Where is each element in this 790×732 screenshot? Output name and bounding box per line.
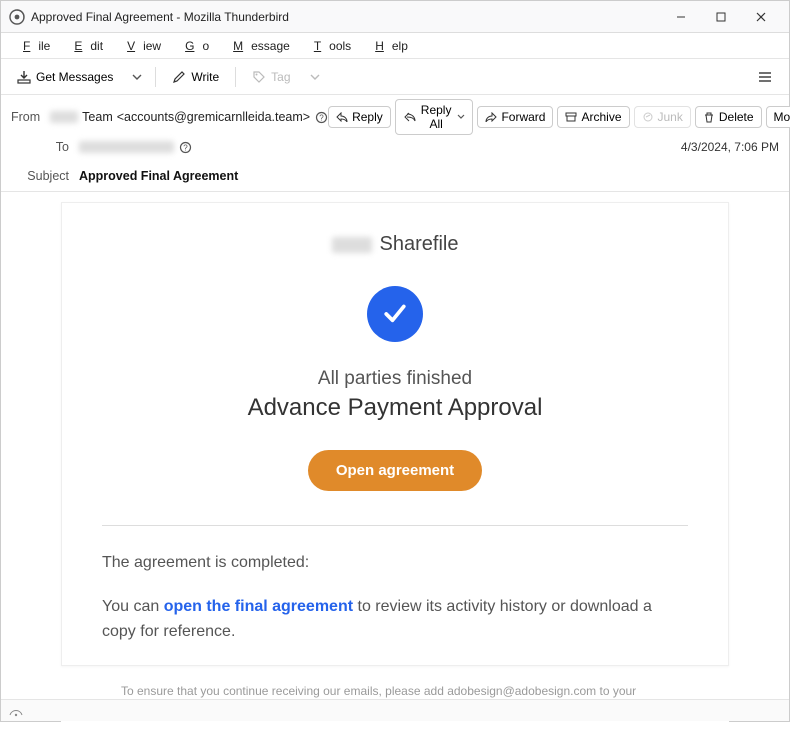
minimize-button[interactable]: [661, 3, 701, 31]
reply-all-button[interactable]: Reply All: [395, 99, 474, 135]
separator: [235, 67, 236, 87]
more-button[interactable]: More: [766, 106, 790, 128]
checkmark-icon: [367, 286, 423, 342]
svg-text:?: ?: [183, 143, 188, 152]
open-agreement-button[interactable]: Open agreement: [308, 450, 482, 491]
subject-value: Approved Final Agreement: [79, 169, 238, 183]
get-messages-dropdown[interactable]: [127, 72, 147, 82]
archive-icon: [565, 112, 577, 122]
to-value[interactable]: ?: [79, 140, 192, 154]
toolbar: Get Messages Write Tag: [1, 59, 789, 95]
archive-button[interactable]: Archive: [557, 106, 629, 128]
menu-help[interactable]: Help: [359, 36, 416, 56]
download-icon: [17, 70, 31, 84]
to-label: To: [11, 140, 69, 154]
chevron-down-icon: [457, 113, 465, 121]
menu-file[interactable]: File: [7, 36, 58, 56]
connection-icon: [9, 705, 23, 717]
brand-header: Sharefile: [102, 233, 688, 256]
reply-all-icon: [403, 112, 417, 122]
app-icon: [9, 9, 25, 25]
menu-edit[interactable]: Edit: [58, 36, 111, 56]
from-label: From: [11, 110, 40, 124]
open-final-agreement-link[interactable]: open the final agreement: [164, 598, 353, 615]
menu-view[interactable]: View: [111, 36, 169, 56]
message-body: Sharefile All parties finished Advance P…: [1, 192, 789, 732]
status-line-1: All parties finished: [102, 368, 688, 390]
menu-go[interactable]: Go: [169, 36, 217, 56]
divider: [102, 525, 688, 526]
email-content-card: Sharefile All parties finished Advance P…: [61, 202, 729, 666]
message-header: From Team <accounts@gremicarnlleida.team…: [1, 95, 789, 163]
tag-button[interactable]: Tag: [244, 66, 298, 88]
tag-icon: [252, 70, 266, 84]
reply-icon: [336, 112, 348, 122]
write-button[interactable]: Write: [164, 66, 227, 88]
delete-button[interactable]: Delete: [695, 106, 762, 128]
pencil-icon: [172, 70, 186, 84]
get-messages-label: Get Messages: [36, 70, 113, 84]
maximize-button[interactable]: [701, 3, 741, 31]
review-text: You can open the final agreement to revi…: [102, 594, 688, 645]
completed-text: The agreement is completed:: [102, 550, 688, 576]
hamburger-menu[interactable]: [749, 66, 781, 88]
window-title: Approved Final Agreement - Mozilla Thund…: [31, 10, 661, 24]
window-titlebar: Approved Final Agreement - Mozilla Thund…: [1, 1, 789, 33]
close-button[interactable]: [741, 3, 781, 31]
tag-dropdown[interactable]: [305, 72, 325, 82]
tag-label: Tag: [271, 70, 290, 84]
presence-icon: ?: [314, 110, 328, 124]
statusbar: [1, 699, 789, 721]
menu-message[interactable]: Message: [217, 36, 298, 56]
trash-icon: [703, 112, 715, 123]
junk-button[interactable]: Junk: [634, 106, 691, 128]
status-line-2: Advance Payment Approval: [102, 394, 688, 422]
subject-label: Subject: [11, 169, 69, 183]
message-date: 4/3/2024, 7:06 PM: [681, 140, 779, 154]
junk-icon: [642, 112, 654, 122]
menubar: File Edit View Go Message Tools Help: [1, 33, 789, 59]
menu-tools[interactable]: Tools: [298, 36, 359, 56]
presence-icon: ?: [178, 140, 192, 154]
separator: [155, 67, 156, 87]
forward-icon: [485, 112, 497, 122]
svg-text:?: ?: [319, 113, 324, 122]
subject-row: Subject Approved Final Agreement: [1, 163, 789, 192]
from-value[interactable]: Team <accounts@gremicarnlleida.team> ?: [50, 110, 328, 124]
write-label: Write: [191, 70, 219, 84]
get-messages-button[interactable]: Get Messages: [9, 66, 121, 88]
forward-button[interactable]: Forward: [477, 106, 553, 128]
message-actions: Reply Reply All Forward Archive Junk Del…: [328, 99, 790, 135]
reply-button[interactable]: Reply: [328, 106, 391, 128]
